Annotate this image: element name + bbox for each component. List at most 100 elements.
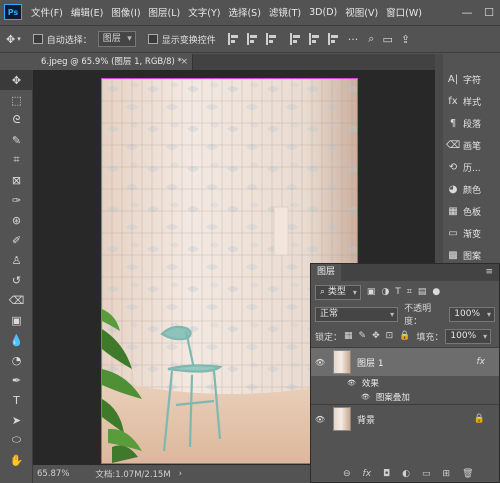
- menu-layer[interactable]: 图层(L): [145, 5, 185, 19]
- stamp-tool-icon[interactable]: ♙: [0, 250, 33, 270]
- pen-tool-icon[interactable]: ✒: [0, 370, 33, 390]
- eyedropper-tool-icon[interactable]: ✑: [0, 190, 33, 210]
- swatches-icon: ▦: [448, 205, 458, 217]
- align-left-icon[interactable]: [227, 33, 240, 45]
- quick-select-tool-icon[interactable]: ✎: [0, 130, 33, 150]
- fill-input[interactable]: 100%: [445, 328, 492, 344]
- add-mask-icon[interactable]: ◘: [383, 469, 390, 479]
- visibility-eye-icon[interactable]: 👁: [311, 415, 329, 424]
- filter-adjustment-icon[interactable]: ◑: [381, 287, 389, 297]
- close-icon[interactable]: ×: [180, 54, 188, 70]
- new-layer-icon[interactable]: ⊞: [443, 469, 451, 479]
- more-icon[interactable]: ···: [348, 33, 359, 46]
- link-layers-icon[interactable]: ⊖: [343, 469, 351, 479]
- menu-3d[interactable]: 3D(D): [305, 7, 341, 18]
- menu-view[interactable]: 视图(V): [341, 5, 382, 19]
- adjustment-layer-icon[interactable]: ◐: [402, 469, 410, 479]
- layer-row[interactable]: 👁 背景 🔒: [311, 404, 499, 433]
- filter-toggle-icon[interactable]: ●: [432, 287, 440, 297]
- filter-shape-icon[interactable]: ⌗: [407, 287, 412, 297]
- panel-paragraph[interactable]: ¶ 段落: [443, 112, 500, 134]
- chevron-right-icon[interactable]: ›: [179, 469, 182, 479]
- align-top-icon[interactable]: [289, 33, 302, 45]
- opacity-input[interactable]: 100%: [449, 306, 495, 322]
- auto-select-dropdown[interactable]: 图层: [97, 31, 136, 47]
- shape-tool-icon[interactable]: ⬭: [0, 430, 33, 450]
- panel-character[interactable]: A| 字符: [443, 68, 500, 90]
- frame-tool-icon[interactable]: ⊠: [0, 170, 33, 190]
- brush-tool-icon[interactable]: ✐: [0, 230, 33, 250]
- path-select-tool-icon[interactable]: ➤: [0, 410, 33, 430]
- panel-brushes[interactable]: ⌫ 画笔: [443, 134, 500, 156]
- lock-all-icon[interactable]: 🔒: [399, 331, 410, 341]
- panel-history[interactable]: ⟲ 历...: [443, 156, 500, 178]
- align-middle-icon[interactable]: [308, 33, 321, 45]
- document-tab[interactable]: 6.jpeg @ 65.9% (图层 1, RGB/8) * ×: [33, 54, 193, 70]
- trash-icon[interactable]: 🗑: [462, 469, 473, 479]
- panel-gradients[interactable]: ▭ 渐变: [443, 222, 500, 244]
- layer-name[interactable]: 背景: [357, 413, 375, 426]
- filter-kind-dropdown[interactable]: ⌕ 类型: [315, 284, 361, 300]
- move-tool-icon[interactable]: ✥: [0, 70, 33, 90]
- lock-transparent-icon[interactable]: ▦: [344, 331, 353, 341]
- history-brush-tool-icon[interactable]: ↺: [0, 270, 33, 290]
- marquee-tool-icon[interactable]: ⬚: [0, 90, 33, 110]
- visibility-eye-icon[interactable]: 👁: [311, 358, 329, 367]
- layers-panel-footer: ⊖ fx ◘ ◐ ▭ ⊞ 🗑: [311, 466, 499, 482]
- panel-swatches[interactable]: ▦ 色板: [443, 200, 500, 222]
- menu-edit[interactable]: 编辑(E): [67, 5, 107, 19]
- panel-styles[interactable]: fx 样式: [443, 90, 500, 112]
- lock-label: 锁定：: [315, 332, 343, 343]
- panel-menu-icon[interactable]: ≡: [485, 264, 493, 281]
- filter-smart-icon[interactable]: ▤: [418, 287, 427, 297]
- visibility-eye-icon[interactable]: 👁: [347, 379, 356, 387]
- menu-file[interactable]: 文件(F): [27, 5, 67, 19]
- search-icon[interactable]: ⌕: [368, 32, 374, 46]
- align-center-icon[interactable]: [246, 33, 259, 45]
- show-transform-checkbox[interactable]: [147, 34, 158, 44]
- tab-layers[interactable]: 图层: [311, 264, 342, 281]
- menu-select[interactable]: 选择(S): [224, 5, 264, 19]
- lock-position-icon[interactable]: ✥: [372, 331, 380, 341]
- eraser-tool-icon[interactable]: ⌫: [0, 290, 33, 310]
- menu-image[interactable]: 图像(I): [107, 5, 144, 19]
- chevron-down-icon[interactable]: ▾: [17, 35, 21, 43]
- dodge-tool-icon[interactable]: ◔: [0, 350, 33, 370]
- filter-type-icon[interactable]: T: [395, 287, 401, 297]
- document-info[interactable]: 文档:1.07M/2.15M: [95, 468, 170, 480]
- auto-select-checkbox[interactable]: [32, 34, 43, 44]
- lock-artboard-icon[interactable]: ⊡: [386, 331, 394, 341]
- hand-tool-icon[interactable]: ✋: [0, 450, 33, 470]
- align-right-icon[interactable]: [265, 33, 278, 45]
- layer-name[interactable]: 图层 1: [357, 356, 384, 369]
- blend-mode-dropdown[interactable]: 正常: [315, 306, 399, 322]
- share-icon[interactable]: ⇪: [401, 33, 410, 46]
- align-bottom-icon[interactable]: [327, 33, 340, 45]
- blur-tool-icon[interactable]: 💧: [0, 330, 33, 350]
- lasso-tool-icon[interactable]: ᘓ: [0, 110, 33, 130]
- menu-filter[interactable]: 滤镜(T): [265, 5, 305, 19]
- healing-tool-icon[interactable]: ⊛: [0, 210, 33, 230]
- menu-window[interactable]: 窗口(W): [382, 5, 426, 19]
- menubar: Ps 文件(F) 编辑(E) 图像(I) 图层(L) 文字(Y) 选择(S) 滤…: [0, 0, 500, 24]
- tools-panel: ✥ ⬚ ᘓ ✎ ⌗ ⊠ ✑ ⊛ ✐ ♙ ↺ ⌫ ▣ 💧 ◔ ✒ T ➤ ⬭ ✋: [0, 70, 33, 483]
- crop-tool-icon[interactable]: ⌗: [0, 150, 33, 170]
- effect-pattern-overlay-row[interactable]: 👁 图案叠加: [311, 390, 499, 404]
- menu-type[interactable]: 文字(Y): [184, 5, 224, 19]
- layer-effects-icon[interactable]: fx: [477, 357, 486, 367]
- maximize-button[interactable]: ☐: [478, 0, 500, 24]
- move-tool-icon[interactable]: ✥: [6, 33, 15, 46]
- new-group-icon[interactable]: ▭: [422, 469, 431, 479]
- workspace-icon[interactable]: ▭: [382, 33, 392, 46]
- type-tool-icon[interactable]: T: [0, 390, 33, 410]
- lock-image-icon[interactable]: ✎: [359, 331, 367, 341]
- visibility-eye-icon[interactable]: 👁: [361, 393, 370, 401]
- minimize-button[interactable]: —: [456, 0, 478, 24]
- effects-row[interactable]: 👁 效果: [311, 376, 499, 390]
- layer-row[interactable]: 👁 图层 1 fx: [311, 347, 499, 376]
- gradient-tool-icon[interactable]: ▣: [0, 310, 33, 330]
- panel-color[interactable]: ◕ 颜色: [443, 178, 500, 200]
- add-style-icon[interactable]: fx: [363, 469, 372, 479]
- zoom-level[interactable]: 65.87%: [37, 469, 69, 479]
- filter-pixel-icon[interactable]: ▣: [367, 287, 376, 297]
